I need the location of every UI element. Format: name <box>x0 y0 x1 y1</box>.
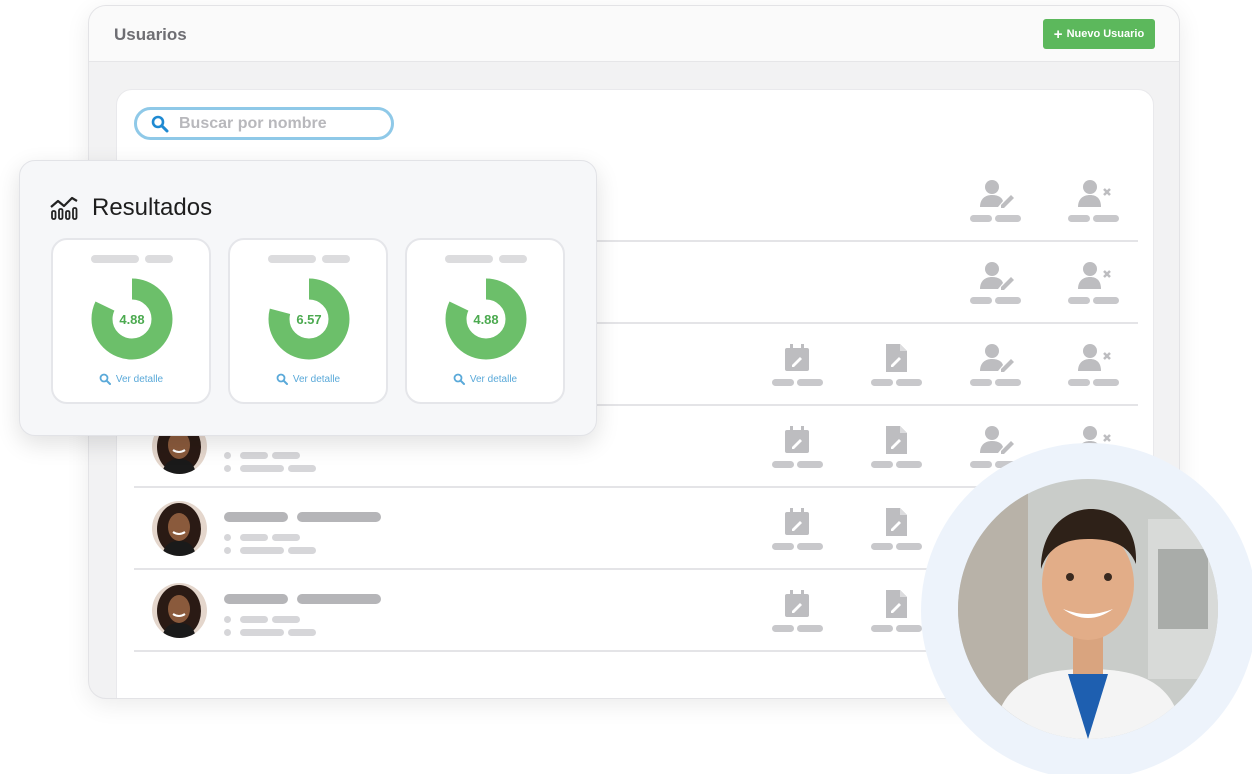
schedule-action[interactable] <box>768 507 828 551</box>
calendar-edit-icon <box>785 508 809 535</box>
results-card: Resultados 4.88 Ver detalle 6.57 Ver det… <box>19 160 597 436</box>
view-detail-label: Ver detalle <box>469 373 518 385</box>
schedule-action[interactable] <box>768 343 828 387</box>
edit-user-action[interactable] <box>966 261 1026 305</box>
new-user-label: Nuevo Usuario <box>1066 28 1145 40</box>
search-icon <box>99 373 111 385</box>
user-edit-icon <box>980 344 1014 372</box>
document-action[interactable] <box>867 425 927 469</box>
calendar-edit-icon <box>785 426 809 453</box>
result-card: 4.88 Ver detalle <box>405 238 565 404</box>
chart-line-icon <box>50 196 78 220</box>
calendar-edit-icon <box>785 344 809 371</box>
view-detail-link[interactable]: Ver detalle <box>53 373 209 385</box>
document-edit-icon <box>886 590 907 618</box>
search-box[interactable] <box>134 107 394 140</box>
document-action[interactable] <box>867 589 927 633</box>
score-value: 4.88 <box>119 311 145 327</box>
plus-icon: + <box>1053 25 1063 43</box>
results-title: Resultados <box>92 194 213 221</box>
document-action[interactable] <box>867 507 927 551</box>
view-detail-label: Ver detalle <box>115 373 164 385</box>
result-card: 6.57 Ver detalle <box>228 238 388 404</box>
view-detail-link[interactable]: Ver detalle <box>407 373 563 385</box>
new-user-button[interactable]: + Nuevo Usuario <box>1043 19 1155 49</box>
document-edit-icon <box>886 508 907 536</box>
document-edit-icon <box>886 344 907 372</box>
user-delete-icon <box>1078 180 1111 207</box>
user-avatar <box>152 501 207 556</box>
search-icon <box>276 373 288 385</box>
user-edit-icon <box>980 180 1014 208</box>
delete-user-action[interactable] <box>1064 261 1124 305</box>
user-delete-icon <box>1078 344 1111 371</box>
window-header: Usuarios + Nuevo Usuario <box>89 6 1179 62</box>
view-detail-link[interactable]: Ver detalle <box>230 373 386 385</box>
doctor-photo <box>958 479 1218 739</box>
user-delete-icon <box>1078 262 1111 289</box>
search-icon <box>151 115 169 132</box>
delete-user-action[interactable] <box>1064 343 1124 387</box>
document-action[interactable] <box>867 343 927 387</box>
user-edit-icon <box>980 426 1014 454</box>
document-edit-icon <box>886 426 907 454</box>
score-value: 4.88 <box>473 311 499 327</box>
result-card: 4.88 Ver detalle <box>51 238 211 404</box>
user-edit-icon <box>980 262 1014 290</box>
schedule-action[interactable] <box>768 589 828 633</box>
search-icon <box>453 373 465 385</box>
delete-user-action[interactable] <box>1064 179 1124 223</box>
page-title: Usuarios <box>114 25 187 44</box>
edit-user-action[interactable] <box>966 179 1026 223</box>
score-value: 6.57 <box>296 311 322 327</box>
calendar-edit-icon <box>785 590 809 617</box>
schedule-action[interactable] <box>768 425 828 469</box>
view-detail-label: Ver detalle <box>292 373 341 385</box>
edit-user-action[interactable] <box>966 343 1026 387</box>
user-avatar <box>152 583 207 638</box>
search-input[interactable] <box>179 114 369 133</box>
